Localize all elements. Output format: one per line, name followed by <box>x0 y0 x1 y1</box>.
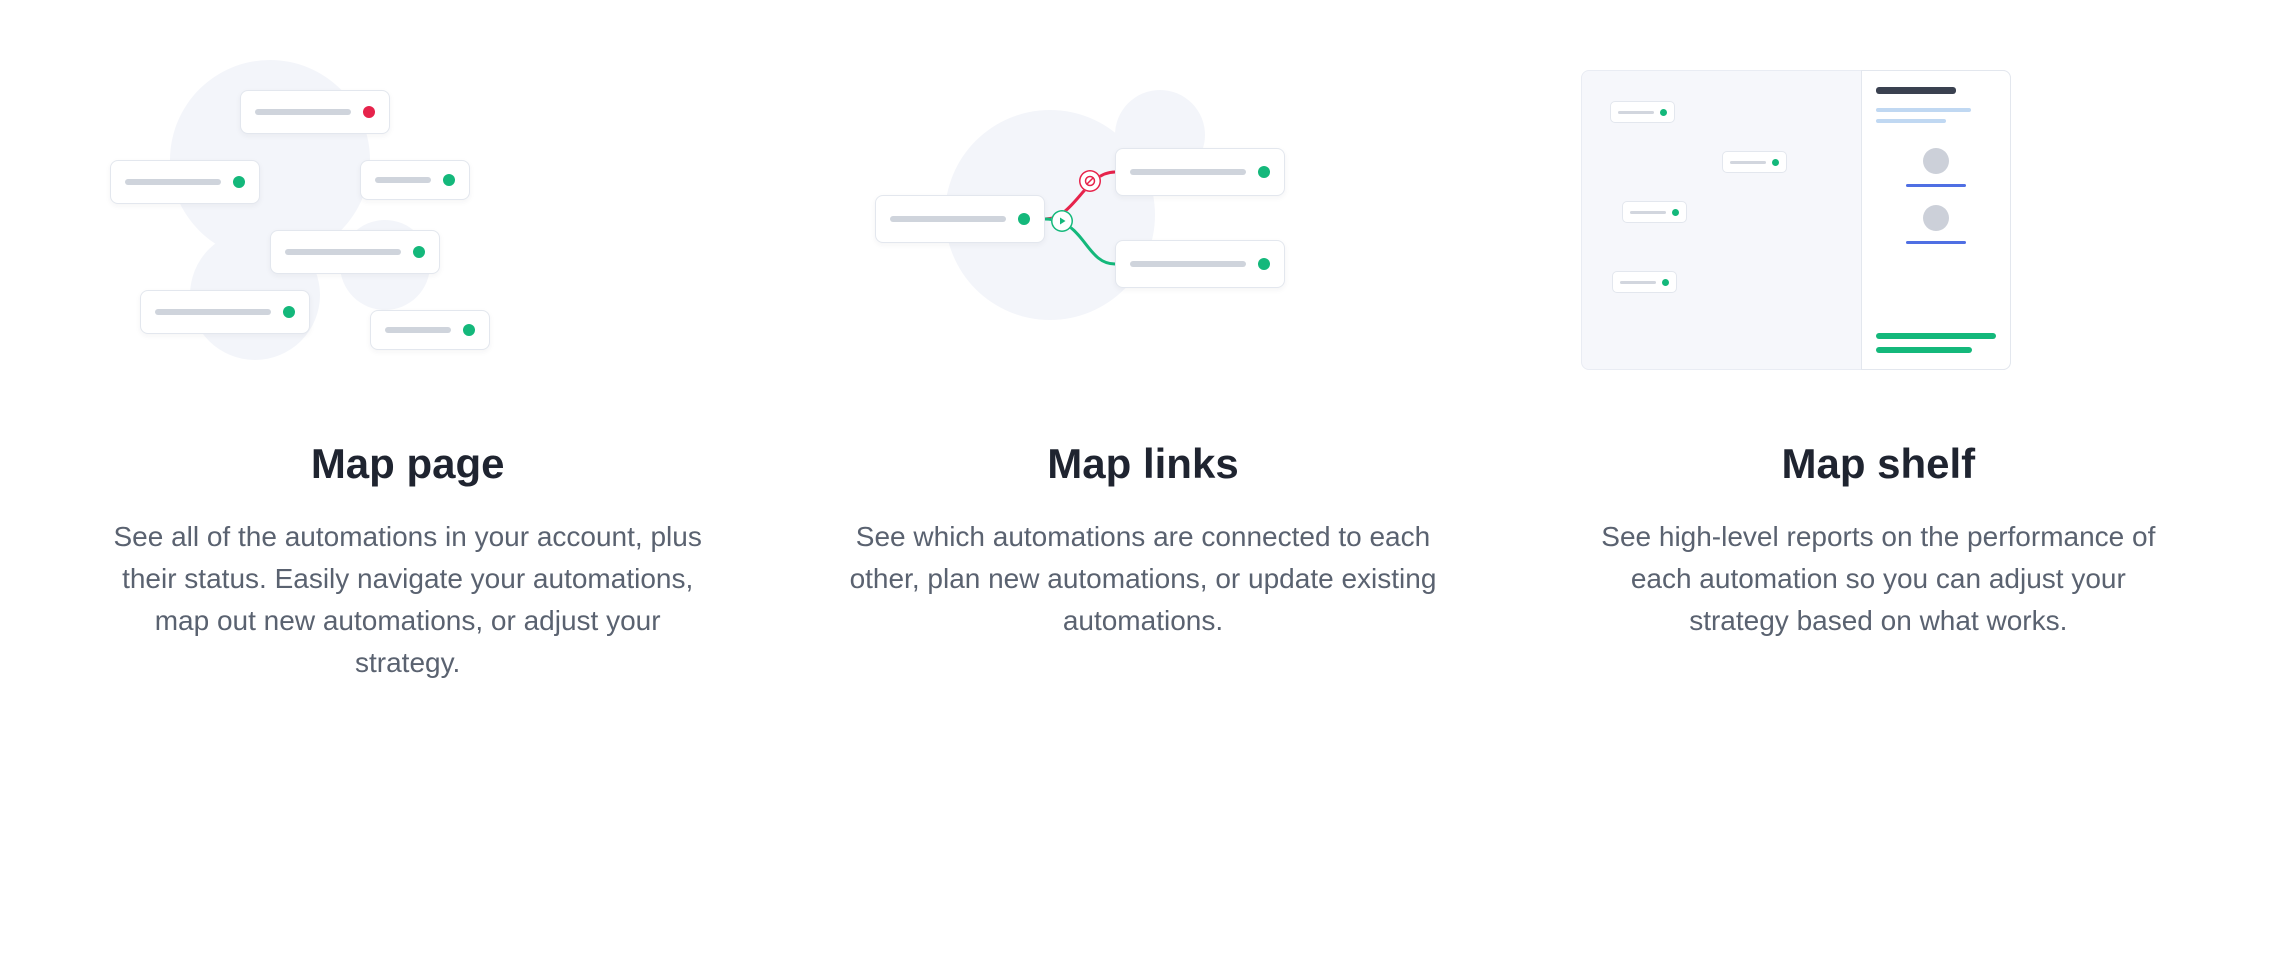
automation-card-target <box>1115 148 1285 196</box>
performance-bar <box>1876 333 1996 339</box>
avatar-placeholder <box>1923 148 1949 174</box>
status-dot-green <box>443 174 455 186</box>
mini-automation-card <box>1622 201 1687 223</box>
metric-underline <box>1906 241 1966 244</box>
feature-card-map-links: Map links See which automations are conn… <box>795 30 1490 684</box>
feature-description: See all of the automations in your accou… <box>113 516 703 684</box>
feature-title: Map shelf <box>1781 440 1975 488</box>
map-links-illustration <box>795 30 1490 410</box>
shelf-title-bar <box>1876 87 1956 94</box>
shelf-text-line <box>1876 119 1946 123</box>
avatar-placeholder <box>1923 205 1949 231</box>
mini-automation-card <box>1610 101 1675 123</box>
shelf-metric <box>1876 148 1996 187</box>
status-dot-green <box>233 176 245 188</box>
feature-title: Map links <box>1047 440 1238 488</box>
automation-card <box>270 230 440 274</box>
map-shelf-illustration <box>1531 30 2226 410</box>
automation-card <box>110 160 260 204</box>
status-dot-green <box>283 306 295 318</box>
mini-automation-card <box>1612 271 1677 293</box>
automation-card <box>240 90 390 134</box>
automation-card <box>360 160 470 200</box>
shelf-bar-chart <box>1876 325 1996 353</box>
automation-card-source <box>875 195 1045 243</box>
shelf-metric <box>1876 205 1996 244</box>
map-page-illustration <box>60 30 755 410</box>
automation-card <box>140 290 310 334</box>
status-dot-green <box>1018 213 1030 225</box>
shelf-side-panel <box>1861 70 2011 370</box>
feature-description: See high-level reports on the performanc… <box>1583 516 2173 642</box>
status-dot-green <box>413 246 425 258</box>
status-dot-green <box>1258 166 1270 178</box>
status-dot-green <box>1258 258 1270 270</box>
automation-card-target <box>1115 240 1285 288</box>
feature-title: Map page <box>311 440 505 488</box>
performance-bar <box>1876 347 1972 353</box>
metric-underline <box>1906 184 1966 187</box>
status-dot-green <box>463 324 475 336</box>
features-row: Map page See all of the automations in y… <box>0 0 2286 684</box>
mini-automation-card <box>1722 151 1787 173</box>
automation-card <box>370 310 490 350</box>
shelf-text-line <box>1876 108 1971 112</box>
status-dot-red <box>363 106 375 118</box>
feature-description: See which automations are connected to e… <box>848 516 1438 642</box>
shelf-panel <box>1581 70 2011 370</box>
feature-card-map-page: Map page See all of the automations in y… <box>60 30 755 684</box>
feature-card-map-shelf: Map shelf See high-level reports on the … <box>1531 30 2226 684</box>
